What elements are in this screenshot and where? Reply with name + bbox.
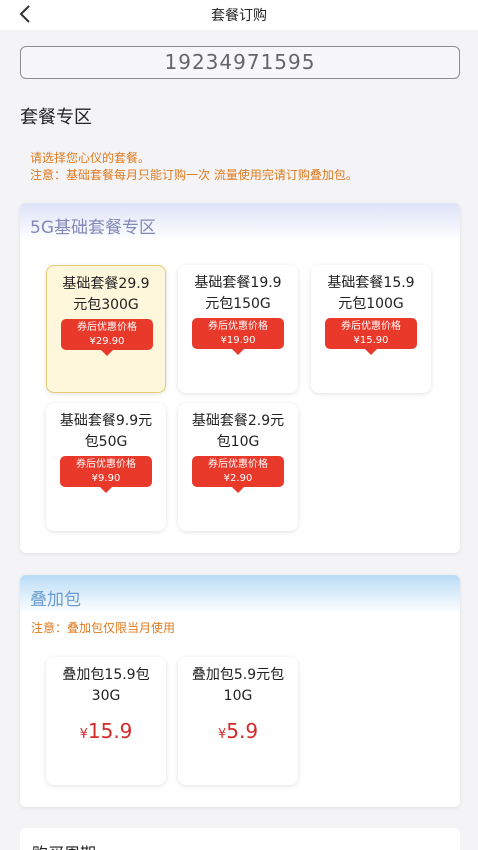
discount-price: ¥9.90 xyxy=(91,473,121,484)
addon-name-line2: 10G xyxy=(223,688,253,704)
package-name-line1: 基础套餐9.9元 xyxy=(59,413,153,429)
addon-price: ¥15.9 xyxy=(46,719,166,743)
discount-price: ¥2.90 xyxy=(223,473,253,484)
currency-symbol: ¥ xyxy=(79,727,88,742)
discount-price: ¥15.90 xyxy=(353,335,389,346)
package-name: 基础套餐19.9 元包150G xyxy=(182,273,294,315)
discount-label: 券后优惠价格 xyxy=(208,321,268,332)
package-card-29-9[interactable]: 基础套餐29.9 元包300G 券后优惠价格 ¥29.90 xyxy=(46,265,166,393)
addon-section-title: 叠加包 xyxy=(30,590,81,610)
discount-badge: 券后优惠价格 ¥19.90 xyxy=(192,318,284,355)
package-name-line2: 元包300G xyxy=(73,297,139,313)
section-title: 套餐专区 xyxy=(20,107,92,128)
addon-price: ¥5.9 xyxy=(178,719,298,743)
package-name: 基础套餐29.9 元包300G xyxy=(51,274,161,316)
package-name: 基础套餐15.9 元包100G xyxy=(315,273,427,315)
addon-notice: 注意：叠加包仅限当月使用 xyxy=(31,621,176,635)
package-name-line1: 基础套餐2.9元 xyxy=(191,413,285,429)
discount-badge: 券后优惠价格 ¥9.90 xyxy=(60,456,152,493)
package-name: 基础套餐9.9元 包50G xyxy=(50,411,162,453)
discount-label: 券后优惠价格 xyxy=(341,321,401,332)
notice-warning: 注意：基础套餐每月只能订购一次 流量使用完请订购叠加包。 xyxy=(30,168,358,182)
section-header xyxy=(20,575,460,613)
purchase-period-title: 购买周期 xyxy=(32,840,96,850)
package-name-line2: 元包150G xyxy=(205,296,271,312)
purchase-period-section: 购买周期 xyxy=(20,828,460,850)
addon-name: 叠加包15.9包 30G xyxy=(50,665,162,707)
discount-price: ¥29.90 xyxy=(89,336,125,347)
discount-price: ¥19.90 xyxy=(220,335,256,346)
top-bar: 套餐订购 xyxy=(0,0,478,30)
package-name-line1: 基础套餐15.9 xyxy=(327,275,415,291)
package-name-line2: 元包100G xyxy=(338,296,404,312)
price-value: 5.9 xyxy=(226,719,259,743)
base-section-title: 5G基础套餐专区 xyxy=(30,218,156,238)
currency-symbol: ¥ xyxy=(217,727,227,742)
package-card-15-9[interactable]: 基础套餐15.9 元包100G 券后优惠价格 ¥15.90 xyxy=(311,265,431,393)
base-package-section: 5G基础套餐专区 基础套餐29.9 元包300G 券后优惠价格 ¥29.90 基… xyxy=(20,203,460,553)
discount-badge: 券后优惠价格 ¥15.90 xyxy=(325,318,417,355)
discount-badge: 券后优惠价格 ¥29.90 xyxy=(61,319,153,356)
package-card-2-9[interactable]: 基础套餐2.9元 包10G 券后优惠价格 ¥2.90 xyxy=(178,403,298,531)
addon-name-line1: 叠加包5.9元包 xyxy=(191,667,285,683)
page-title: 套餐订购 xyxy=(211,8,267,24)
package-name-line1: 基础套餐19.9 xyxy=(194,275,282,291)
price-value: 15.9 xyxy=(87,719,133,743)
addon-card-5-9[interactable]: 叠加包5.9元包 10G ¥5.9 xyxy=(178,657,298,785)
package-card-9-9[interactable]: 基础套餐9.9元 包50G 券后优惠价格 ¥9.90 xyxy=(46,403,166,531)
discount-label: 券后优惠价格 xyxy=(208,459,268,470)
addon-name-line2: 30G xyxy=(91,688,121,704)
addon-package-section: 叠加包 注意：叠加包仅限当月使用 叠加包15.9包 30G ¥15.9 叠加包5… xyxy=(20,575,460,807)
phone-number-field[interactable]: 19234971595 xyxy=(20,46,460,79)
package-name-line2: 包50G xyxy=(84,434,128,450)
addon-name: 叠加包5.9元包 10G xyxy=(182,665,294,707)
package-name-line1: 基础套餐29.9 xyxy=(62,276,150,292)
package-name: 基础套餐2.9元 包10G xyxy=(182,411,294,453)
addon-card-15-9[interactable]: 叠加包15.9包 30G ¥15.9 xyxy=(46,657,166,785)
addon-name-line1: 叠加包15.9包 xyxy=(62,667,150,683)
discount-label: 券后优惠价格 xyxy=(77,322,137,333)
discount-label: 券后优惠价格 xyxy=(76,459,136,470)
package-name-line2: 包10G xyxy=(216,434,260,450)
notice-text: 请选择您心仪的套餐。 xyxy=(30,151,151,165)
discount-badge: 券后优惠价格 ¥2.90 xyxy=(192,456,284,493)
package-card-19-9[interactable]: 基础套餐19.9 元包150G 券后优惠价格 ¥19.90 xyxy=(178,265,298,393)
